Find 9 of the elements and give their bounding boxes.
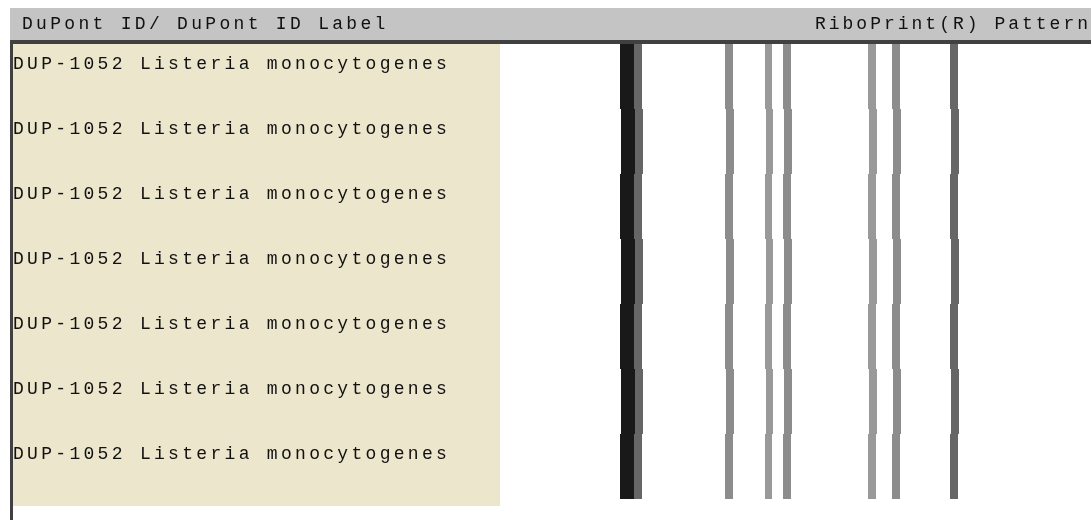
table-cell: DUP-1052 Listeria monocytogenes — [13, 444, 451, 464]
table-cell: DUP-1052 Listeria monocytogenes — [13, 249, 451, 269]
table-cell: DUP-1052 Listeria monocytogenes — [13, 119, 451, 139]
table-cell: DUP-1052 Listeria monocytogenes — [13, 314, 451, 334]
column-header[interactable]: RiboPrint(R) Pattern — [814, 14, 1091, 34]
column-header[interactable]: DuPont ID/ DuPont ID Label — [22, 14, 389, 34]
table-cell: DUP-1052 Listeria monocytogenes — [13, 379, 451, 399]
table-cell: DUP-1052 Listeria monocytogenes — [13, 184, 451, 204]
table-cell: DUP-1052 Listeria monocytogenes — [13, 54, 451, 74]
